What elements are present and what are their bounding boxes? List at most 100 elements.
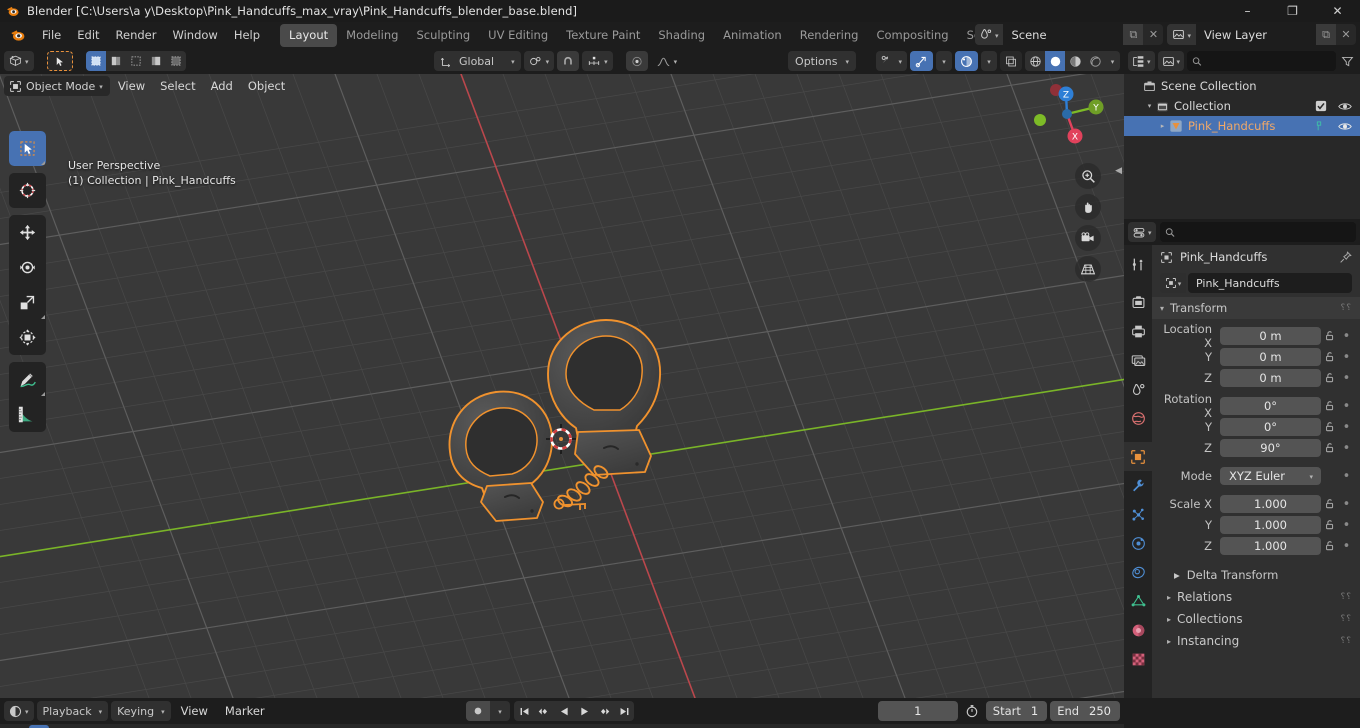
scene-copy-button[interactable]: ⧉ bbox=[1123, 24, 1144, 45]
jump-end-icon[interactable] bbox=[614, 701, 634, 721]
outliner-display-mode-button[interactable]: ▾ bbox=[1157, 51, 1185, 71]
menu-file[interactable]: File bbox=[34, 25, 69, 45]
instancing-panel-header[interactable]: ▸ Instancing ⸮⸮ bbox=[1152, 630, 1360, 652]
material-tab[interactable] bbox=[1124, 616, 1152, 645]
proportional-edit-toggle[interactable] bbox=[625, 51, 648, 71]
select-intersect-icon[interactable] bbox=[166, 51, 186, 71]
scene-name[interactable]: Scene bbox=[1003, 24, 1124, 45]
material-preview-icon[interactable] bbox=[1065, 51, 1085, 71]
grid-icon[interactable] bbox=[1075, 256, 1101, 282]
animate-dot[interactable]: • bbox=[1339, 420, 1354, 435]
transform-panel-header[interactable]: ▾ Transform ⸮⸮ bbox=[1152, 297, 1360, 319]
frame-end-field[interactable]: End 250 bbox=[1050, 701, 1120, 721]
shading-dropdown[interactable]: ▾ bbox=[1105, 51, 1120, 71]
hand-icon[interactable] bbox=[1075, 194, 1101, 220]
blender-menu-icon[interactable] bbox=[10, 27, 26, 43]
viewport-menu-object[interactable]: Object bbox=[241, 76, 292, 96]
menu-render[interactable]: Render bbox=[108, 25, 165, 45]
play-icon[interactable] bbox=[574, 701, 594, 721]
scene-remove-button[interactable]: ✕ bbox=[1143, 24, 1163, 45]
workspace-tab-uv-editing[interactable]: UV Editing bbox=[479, 24, 557, 47]
rotate-tool[interactable] bbox=[9, 250, 46, 285]
location-x-field[interactable]: 0 m bbox=[1220, 327, 1321, 345]
menu-window[interactable]: Window bbox=[164, 25, 225, 45]
workspace-tab-layout[interactable]: Layout bbox=[280, 23, 338, 47]
menu-edit[interactable]: Edit bbox=[69, 25, 107, 45]
auto-keying-group[interactable]: ▾ bbox=[466, 701, 510, 721]
close-button[interactable]: ✕ bbox=[1315, 0, 1360, 22]
twisty[interactable]: ▸ bbox=[1156, 122, 1169, 130]
stopwatch-icon[interactable] bbox=[961, 704, 983, 718]
animate-dot[interactable]: • bbox=[1339, 329, 1354, 344]
world-tab[interactable] bbox=[1124, 404, 1152, 433]
view-layer-browse-icon[interactable]: ▾ bbox=[1167, 24, 1196, 45]
xray-toggle[interactable] bbox=[1000, 51, 1022, 71]
viewport-menu-view[interactable]: View bbox=[111, 76, 152, 96]
twisty[interactable]: ▾ bbox=[1143, 102, 1156, 110]
timeline-editor-type-button[interactable]: ▾ bbox=[4, 701, 34, 721]
eye-icon[interactable] bbox=[1338, 101, 1352, 112]
lock-icon[interactable] bbox=[1321, 519, 1339, 531]
transform-orientation-button[interactable]: Global ▾ bbox=[434, 51, 521, 71]
particles-tab[interactable] bbox=[1124, 500, 1152, 529]
editor-type-button[interactable]: ▾ bbox=[4, 51, 34, 71]
funnel-icon[interactable] bbox=[1339, 55, 1356, 68]
solid-shading-icon[interactable] bbox=[1045, 51, 1065, 71]
properties-search-input[interactable] bbox=[1159, 222, 1356, 242]
zoom-icon[interactable] bbox=[1075, 163, 1101, 189]
scale-y-field[interactable]: 1.000 bbox=[1220, 516, 1321, 534]
minimize-button[interactable]: – bbox=[1225, 0, 1270, 22]
outliner-search-field[interactable] bbox=[1205, 54, 1331, 68]
workspace-tab-modeling[interactable]: Modeling bbox=[337, 24, 407, 47]
select-subtract-icon[interactable] bbox=[126, 51, 146, 71]
workspace-tab-sculpting[interactable]: Sculpting bbox=[407, 24, 479, 47]
object-mode-selector[interactable]: Object Mode ▾ bbox=[4, 76, 110, 96]
rotation-y-field[interactable]: 0° bbox=[1220, 418, 1321, 436]
texture-tab[interactable] bbox=[1124, 645, 1152, 674]
animate-dot[interactable]: • bbox=[1339, 497, 1354, 512]
lock-icon[interactable] bbox=[1321, 400, 1339, 412]
record-icon[interactable] bbox=[466, 701, 490, 721]
snap-target-button[interactable]: ▾ bbox=[582, 51, 613, 71]
view-layer-selector[interactable]: ▾ View Layer ⧉ ✕ bbox=[1167, 24, 1356, 45]
object-datablock-selector[interactable]: ▾ bbox=[1160, 273, 1186, 293]
camera-icon[interactable] bbox=[1075, 225, 1101, 251]
outliner[interactable]: Scene Collection ▾ Collection ▸ Pink_Han… bbox=[1124, 74, 1360, 219]
workspace-tab-shading[interactable]: Shading bbox=[649, 24, 714, 47]
overlays-dropdown[interactable]: ▾ bbox=[981, 51, 997, 71]
viewport-options-button[interactable]: Options ▾ bbox=[788, 51, 856, 71]
scale-z-field[interactable]: 1.000 bbox=[1220, 537, 1321, 555]
location-y-field[interactable]: 0 m bbox=[1220, 348, 1321, 366]
timeline-menu-keying[interactable]: Keying ▾ bbox=[111, 701, 171, 721]
timeline-menu-view[interactable]: View bbox=[174, 701, 215, 721]
checkbox-icon[interactable] bbox=[1315, 100, 1327, 112]
frame-start-field[interactable]: Start 1 bbox=[985, 701, 1048, 721]
constraints-tab[interactable] bbox=[1124, 558, 1152, 587]
menu-help[interactable]: Help bbox=[226, 25, 268, 45]
physics-tab[interactable] bbox=[1124, 529, 1152, 558]
falloff-button[interactable]: ▾ bbox=[651, 51, 683, 71]
maximize-button[interactable]: ❐ bbox=[1270, 0, 1315, 22]
lock-icon[interactable] bbox=[1321, 372, 1339, 384]
outliner-row-pink-handcuffs[interactable]: ▸ Pink_Handcuffs bbox=[1124, 116, 1360, 136]
animate-dot[interactable]: • bbox=[1339, 441, 1354, 456]
delta-transform-subpanel[interactable]: ▸ Delta Transform bbox=[1152, 564, 1360, 586]
animate-dot[interactable]: • bbox=[1339, 518, 1354, 533]
rendered-shading-icon[interactable] bbox=[1085, 51, 1105, 71]
viewport-sidebar-toggle[interactable]: ◀ bbox=[1115, 166, 1122, 176]
viewport-menu-add[interactable]: Add bbox=[204, 76, 240, 96]
select-invert-icon[interactable] bbox=[146, 51, 166, 71]
scale-tool[interactable] bbox=[9, 285, 46, 320]
view-layer-tab[interactable] bbox=[1124, 346, 1152, 375]
overlays-toggle[interactable] bbox=[955, 51, 978, 71]
animate-dot[interactable]: • bbox=[1339, 350, 1354, 365]
animate-dot[interactable]: • bbox=[1339, 399, 1354, 414]
render-tab[interactable] bbox=[1124, 288, 1152, 317]
rotation-z-field[interactable]: 90° bbox=[1220, 439, 1321, 457]
select-extend-icon[interactable] bbox=[106, 51, 126, 71]
pin-icon[interactable] bbox=[1339, 250, 1352, 264]
current-frame-field[interactable]: 1 bbox=[877, 701, 958, 721]
lock-icon[interactable] bbox=[1321, 351, 1339, 363]
scene-tab[interactable] bbox=[1124, 375, 1152, 404]
animate-dot[interactable]: • bbox=[1339, 371, 1354, 386]
